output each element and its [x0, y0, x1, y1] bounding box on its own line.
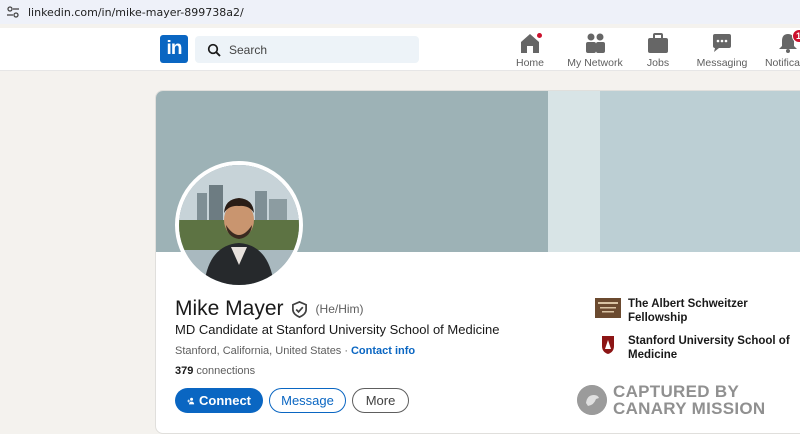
connections-count: 379 — [175, 365, 194, 377]
nav-label: Jobs — [646, 57, 670, 69]
connections[interactable]: 379 connections — [175, 365, 255, 377]
global-nav: in Search Home My Network Jobs Messaging… — [0, 28, 800, 71]
contact-info-link[interactable]: Contact info — [351, 345, 415, 357]
briefcase-icon — [648, 33, 668, 53]
location: Stanford, California, United States — [175, 345, 342, 357]
org-item-fellowship[interactable]: The Albert Schweitzer Fellowship — [595, 297, 800, 325]
profile-orgs: The Albert Schweitzer Fellowship Stanfor… — [595, 297, 800, 371]
notification-badge: 14 — [791, 29, 800, 43]
org-name: The Albert Schweitzer Fellowship — [628, 298, 748, 324]
profile-card: Mike Mayer (He/Him) MD Candidate at Stan… — [155, 90, 800, 434]
nav-label: My Network — [567, 57, 623, 69]
profile-headline: MD Candidate at Stanford University Scho… — [175, 322, 500, 337]
org-item-stanford[interactable]: Stanford University School of Medicine — [595, 334, 800, 362]
watermark-line-2: CANARY MISSION — [613, 399, 766, 418]
connect-label: Connect — [199, 393, 251, 408]
connections-label: connections — [196, 365, 256, 377]
watermark-line-1: CAPTURED BY — [613, 382, 740, 401]
org-name: Stanford University School of Medicine — [628, 335, 790, 361]
site-settings-icon[interactable] — [6, 5, 20, 19]
browser-address-bar[interactable]: linkedin.com/in/mike-mayer-899738a2/ — [0, 0, 800, 24]
nav-item-notifications[interactable]: 14 Notificatio — [754, 29, 800, 69]
more-button[interactable]: More — [352, 388, 409, 413]
watermark-text: CAPTURED BY CANARY MISSION — [613, 383, 766, 417]
nav-label: Home — [515, 57, 544, 69]
message-button[interactable]: Message — [269, 388, 346, 413]
pronouns: (He/Him) — [315, 302, 364, 316]
canary-bird-icon — [577, 385, 607, 415]
connect-button[interactable]: Connect — [175, 388, 263, 413]
linkedin-logo[interactable]: in — [160, 35, 188, 63]
canary-mission-watermark: CAPTURED BY CANARY MISSION — [577, 383, 766, 417]
search-placeholder: Search — [229, 42, 268, 57]
banner-stripe — [548, 91, 600, 252]
banner-panel — [600, 91, 800, 252]
messaging-icon — [713, 34, 731, 52]
nav-label: Messaging — [696, 57, 748, 69]
search-icon — [207, 43, 221, 57]
stanford-logo-icon — [602, 336, 614, 354]
nav-item-home[interactable]: Home — [496, 31, 564, 69]
fellowship-logo-icon — [595, 298, 621, 318]
separator: · — [344, 345, 348, 357]
nav-item-my-network[interactable]: My Network — [561, 32, 629, 69]
network-icon — [586, 33, 605, 53]
nav-label: Notificatio — [764, 57, 800, 69]
avatar-image — [179, 165, 299, 285]
profile-name: Mike Mayer — [175, 297, 284, 320]
nav-item-messaging[interactable]: Messaging — [688, 32, 756, 69]
search-input[interactable]: Search — [195, 36, 419, 63]
add-person-icon — [187, 397, 195, 404]
nav-item-jobs[interactable]: Jobs — [624, 32, 692, 69]
location-row: Stanford, California, United States · Cont… — [175, 345, 415, 357]
url-text[interactable]: linkedin.com/in/mike-mayer-899738a2/ — [28, 6, 244, 19]
notification-dot — [535, 31, 544, 40]
profile-photo[interactable] — [175, 161, 303, 289]
name-row: Mike Mayer (He/Him) — [175, 297, 364, 321]
profile-actions: Connect Message More — [175, 388, 409, 413]
verified-shield-icon[interactable] — [291, 300, 308, 318]
